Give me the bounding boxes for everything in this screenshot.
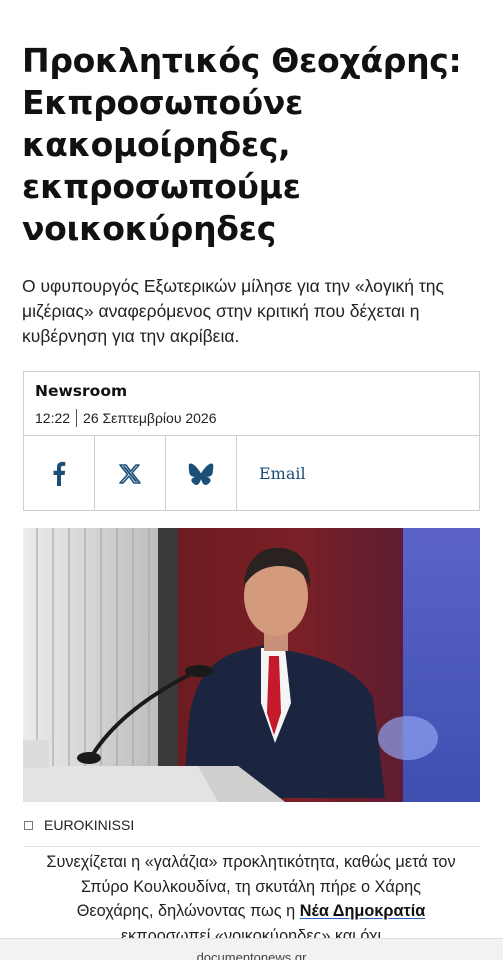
- share-email-button[interactable]: Email: [237, 436, 479, 511]
- article-meta-box: Newsroom 12:22 26 Σεπτεμβρίου 2026 Email: [23, 371, 480, 511]
- photo-credit: EUROKINISSI: [24, 817, 134, 833]
- browser-url-bar[interactable]: documentonews.gr: [0, 938, 503, 960]
- author-name[interactable]: Newsroom: [35, 382, 479, 400]
- share-x-button[interactable]: [95, 436, 166, 511]
- x-icon: [119, 463, 141, 484]
- facebook-icon: [53, 461, 66, 486]
- share-bar: Email: [24, 436, 479, 511]
- article-headline: Προκλητικός Θεοχάρης: Εκπροσωπούνε κακομ…: [22, 41, 462, 248]
- nea-dimokratia-link[interactable]: Νέα Δημοκρατία: [300, 902, 426, 920]
- site-url: documentonews.gr: [196, 950, 307, 960]
- dateline-separator: [76, 409, 78, 427]
- publish-dateline: 12:22 26 Σεπτεμβρίου 2026: [35, 409, 479, 427]
- article-lead: Ο υφυπουργός Εξωτερικών μίλησε για την «…: [22, 276, 444, 346]
- publish-time: 12:22: [35, 410, 71, 426]
- share-bluesky-button[interactable]: [166, 436, 237, 511]
- bluesky-icon: [188, 463, 214, 485]
- share-facebook-button[interactable]: [24, 436, 95, 511]
- article-photo: [23, 528, 480, 802]
- credit-divider: [23, 846, 480, 847]
- article-body-paragraph: Συνεχίζεται η «γαλάζια» προκλητικότητα, …: [46, 850, 456, 948]
- byline: Newsroom 12:22 26 Σεπτεμβρίου 2026: [24, 372, 479, 436]
- camera-icon: [24, 820, 33, 830]
- photo-credit-text: EUROKINISSI: [44, 817, 135, 833]
- article-photo-image: [23, 528, 480, 802]
- publish-date: 26 Σεπτεμβρίου 2026: [83, 410, 217, 426]
- email-label: Email: [259, 464, 306, 483]
